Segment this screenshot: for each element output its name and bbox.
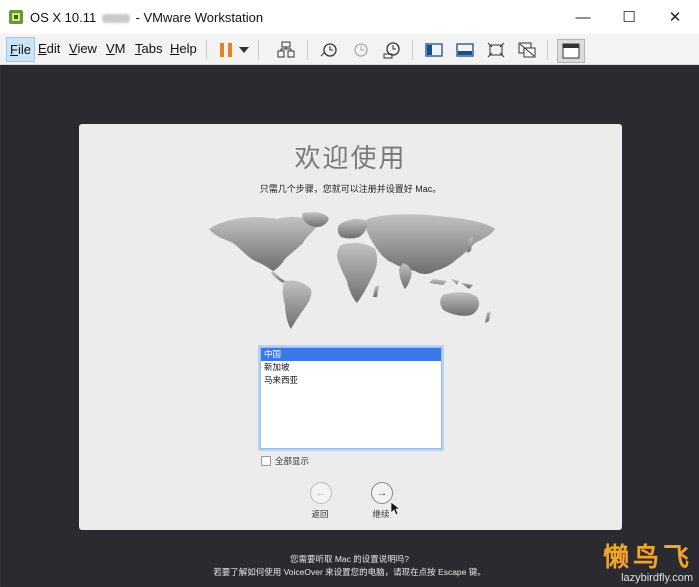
title-bar: OS X 10.11 - VMware Workstation — ☐ ✕ (0, 0, 699, 35)
window-title: OS X 10.11 - VMware Workstation (30, 10, 263, 25)
thumbnail-bar-button[interactable] (557, 39, 585, 63)
list-item[interactable]: 马来西亚 (261, 374, 441, 387)
unity-button[interactable] (516, 40, 538, 60)
menu-view-rest: iew (77, 41, 97, 56)
menu-help[interactable]: Help (170, 41, 197, 56)
snapshot-button[interactable] (318, 40, 340, 60)
menu-file-accel: F (10, 42, 18, 57)
show-library-button[interactable] (423, 40, 445, 60)
arrow-right-icon: → (376, 487, 388, 499)
menu-help-rest: elp (179, 41, 197, 56)
menu-vm-accel: V (106, 41, 115, 56)
back-button[interactable]: ← (310, 482, 332, 504)
send-ctrl-alt-del-icon (277, 41, 295, 58)
send-ctrl-alt-del-button[interactable] (275, 40, 297, 60)
country-list[interactable]: 中国 新加坡 马来西亚 (260, 347, 442, 449)
toolbar-separator (547, 40, 548, 60)
menu-vm[interactable]: VM (106, 41, 126, 56)
menu-vm-rest: M (114, 41, 126, 56)
snapshot-manager-icon (383, 42, 400, 59)
checkbox-box[interactable] (261, 456, 271, 466)
menu-view[interactable]: View (69, 41, 97, 56)
watermark: 懒鸟飞 lazybirdfly.com (603, 537, 693, 584)
maximize-button[interactable]: ☐ (606, 0, 652, 34)
vmware-app-icon (9, 10, 23, 24)
window-title-suffix: - VMware Workstation (135, 10, 264, 25)
mouse-cursor-icon (391, 502, 401, 516)
show-library-icon (425, 43, 443, 57)
close-button[interactable]: ✕ (652, 0, 698, 34)
minimize-button[interactable]: — (560, 0, 606, 34)
toolbar-separator (258, 40, 259, 60)
thumbnail-bar-icon (562, 43, 580, 59)
menu-file-rest: ile (17, 42, 31, 57)
console-view-button[interactable] (454, 40, 476, 60)
full-screen-button[interactable] (485, 40, 507, 60)
setup-assistant-panel: 欢迎使用 只需几个步骤，您就可以注册并设置好 Mac。 中国 新加坡 马来西亚 … (79, 124, 622, 530)
unity-icon (518, 42, 536, 58)
menu-file[interactable]: File (6, 37, 35, 62)
menu-help-accel: H (170, 41, 180, 56)
full-screen-icon (487, 42, 505, 58)
dropdown-arrow-icon (239, 47, 249, 53)
window-title-prefix: OS X 10.11 (30, 10, 97, 25)
maximize-icon: ☐ (622, 9, 636, 26)
toolbar-separator (206, 40, 207, 60)
welcome-heading: 欢迎使用 (294, 143, 407, 173)
menu-edit-accel: E (38, 41, 47, 56)
show-all-checkbox[interactable]: 全部显示 (261, 455, 309, 467)
toolbar-separator (412, 40, 413, 60)
revert-snapshot-button[interactable] (350, 40, 372, 60)
menu-edit[interactable]: Edit (38, 41, 60, 56)
console-view-icon (456, 43, 474, 57)
menu-tabs-rest: abs (141, 41, 163, 56)
revert-snapshot-icon (354, 43, 368, 57)
pause-icon (220, 43, 232, 57)
close-icon: ✕ (668, 9, 682, 26)
back-label: 返回 (311, 509, 329, 519)
arrow-left-icon: ← (315, 487, 327, 499)
voiceover-instructions: 若要了解如何使用 VoiceOver 来设置您的电脑，请现在点按 Escape … (213, 567, 486, 577)
toolbar-separator (307, 40, 308, 60)
world-map-image (209, 212, 495, 329)
welcome-subtitle: 只需几个步骤，您就可以注册并设置好 Mac。 (259, 184, 442, 194)
power-dropdown-button[interactable] (237, 40, 251, 60)
list-item[interactable]: 新加坡 (261, 361, 441, 374)
menu-tabs[interactable]: Tabs (135, 41, 162, 56)
menu-edit-rest: dit (46, 41, 61, 56)
snapshot-icon (320, 43, 337, 57)
list-item[interactable]: 中国 (261, 348, 441, 361)
continue-button[interactable]: → (371, 482, 393, 504)
voiceover-prompt: 您需要听取 Mac 的设置说明吗? (289, 554, 409, 564)
show-all-label: 全部显示 (275, 456, 310, 466)
minimize-icon: — (575, 8, 591, 26)
blurred-title-part (101, 14, 130, 24)
watermark-logo: 懒鸟飞 (602, 543, 693, 573)
snapshot-manager-button[interactable] (381, 40, 403, 60)
pause-button[interactable] (215, 40, 237, 60)
